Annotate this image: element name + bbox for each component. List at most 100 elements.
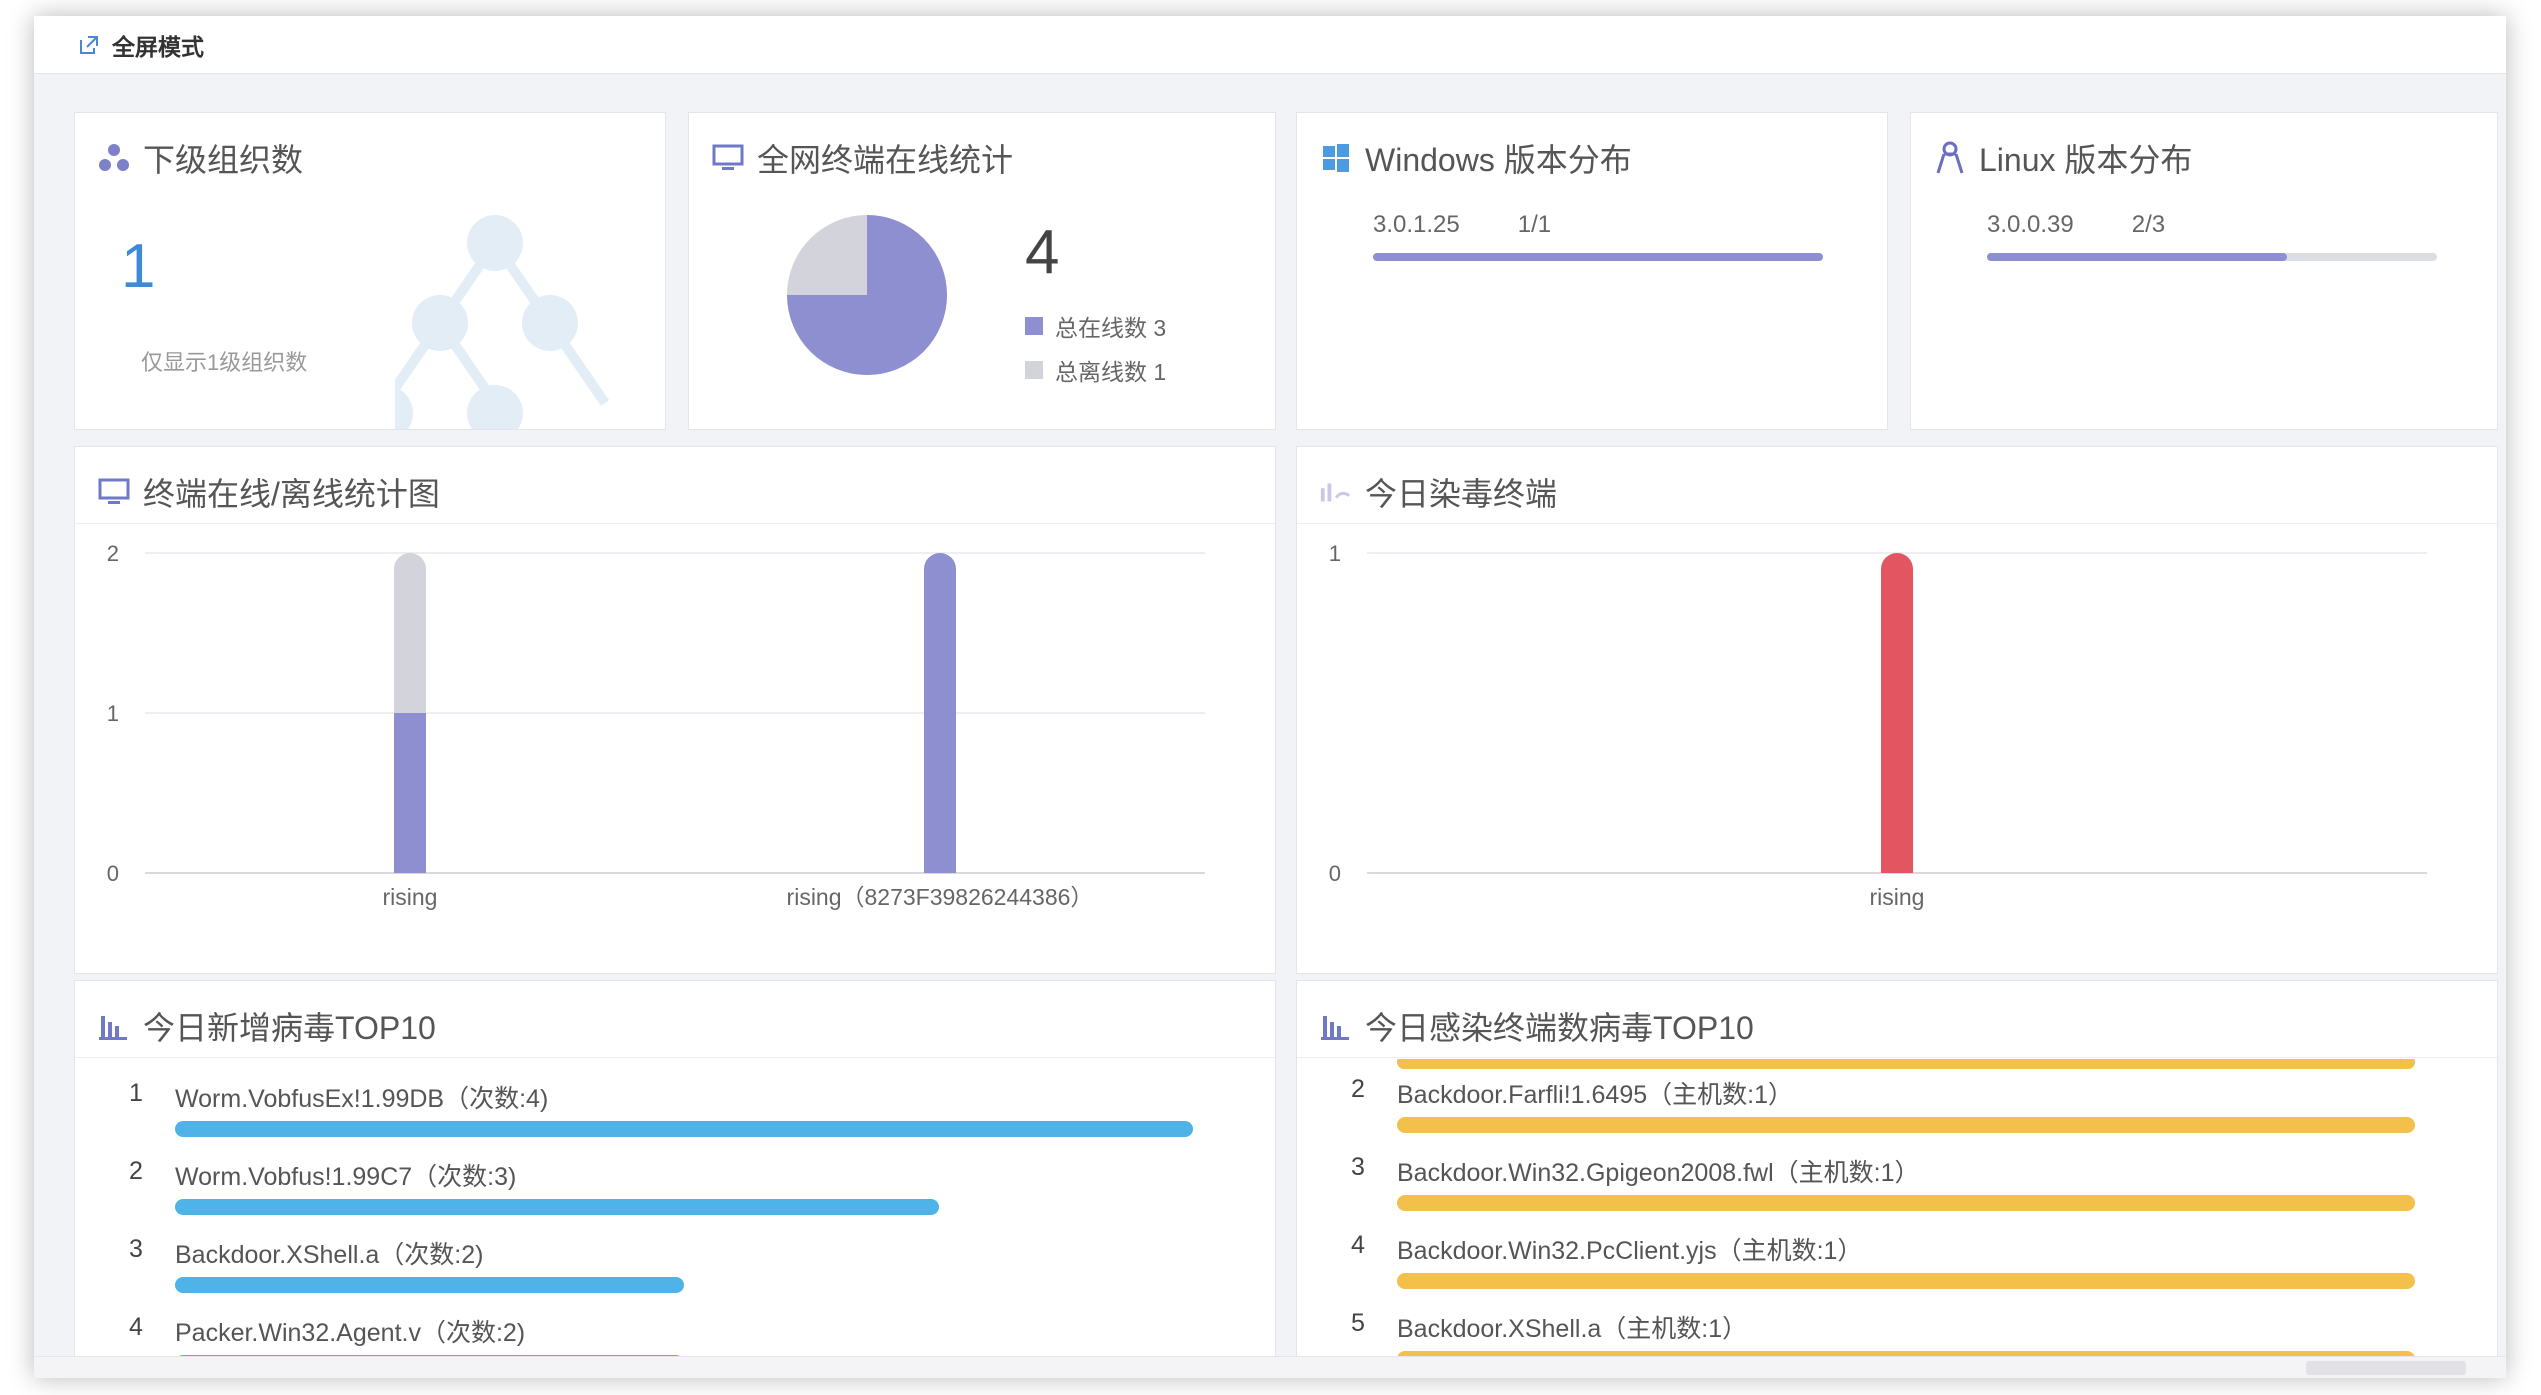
online-stats-header: 全网终端在线统计 — [711, 135, 1013, 181]
x-tick-label: rising — [1870, 884, 1925, 910]
virus-name: Packer.Win32.Agent.v（次数:2) — [175, 1319, 526, 1347]
windows-title: Windows 版本分布 — [1365, 142, 1632, 178]
bar-segment — [394, 713, 426, 873]
bar-segment-body — [1881, 569, 1913, 873]
suborg-note: 仅显示1级组织数 — [141, 350, 308, 375]
linux-version: 3.0.0.39 — [1987, 211, 2074, 238]
windows-icon — [1319, 141, 1353, 175]
y-tick-label: 1 — [107, 701, 119, 726]
legend-offline-swatch — [1025, 361, 1043, 379]
scrollbar-thumb[interactable] — [2306, 1361, 2466, 1375]
online-stats-card: 全网终端在线统计 4 总在线数 3 总离线数 1 — [688, 112, 1276, 430]
fullscreen-icon[interactable] — [78, 34, 100, 56]
count-bar — [175, 1121, 1193, 1137]
dashboard-frame: 全屏模式 下级组织数 1 仅显示1级组织数 全网终端在线统计 4 总在线数 3 … — [34, 16, 2506, 1378]
windows-progress — [1373, 253, 1823, 261]
virus-name: Backdoor.Win32.PcClient.yjs（主机数:1） — [1397, 1237, 1863, 1265]
windows-ratio: 1/1 — [1517, 211, 1552, 238]
list-item: 1 Worm.VobfusEx!1.99DB（次数:4) — [129, 1079, 1229, 1149]
list-item: 2 Worm.Vobfus!1.99C7（次数:3) — [129, 1157, 1229, 1227]
bar-segment-body — [924, 569, 956, 873]
y-tick-label: 1 — [1329, 541, 1341, 566]
infected-top10-title: 今日感染终端数病毒TOP10 — [1365, 1010, 1754, 1046]
online-pie-chart — [787, 215, 947, 375]
virus-name: Backdoor.XShell.a（次数:2) — [175, 1241, 484, 1269]
linux-ratio: 2/3 — [2131, 211, 2166, 238]
linux-header: Linux 版本分布 — [1933, 135, 2192, 181]
topbar: 全屏模式 — [34, 16, 2506, 74]
y-tick-label: 2 — [107, 541, 119, 566]
infected-terminal-chart-card: 今日染毒终端 0 1 rising — [1296, 446, 2498, 974]
x-tick-label: rising — [383, 884, 438, 910]
terminal-status-bar-chart: 0 1 2 rising rising（8273F39826244386） — [107, 541, 1205, 910]
x-tick-label: rising（8273F39826244386） — [787, 884, 1094, 910]
virus-chart-icon — [1319, 475, 1353, 509]
new-virus-title: 今日新增病毒TOP10 — [143, 1010, 436, 1046]
linux-progress-fill — [1987, 253, 2288, 261]
org-icon — [97, 141, 131, 175]
fullscreen-label[interactable]: 全屏模式 — [112, 28, 204, 62]
new-virus-list: 1 Worm.VobfusEx!1.99DB（次数:4) 2 Worm.Vobfus!… — [75, 1059, 1275, 1377]
terminal-chart-header: 终端在线/离线统计图 — [97, 469, 440, 515]
online-total: 4 — [1025, 218, 1060, 287]
infected-chart-title: 今日染毒终端 — [1365, 476, 1558, 512]
legend-online-swatch — [1025, 317, 1043, 335]
suborg-title: 下级组织数 — [143, 142, 304, 178]
legend-offline: 总离线数 1 — [1025, 353, 1166, 387]
windows-header: Windows 版本分布 — [1319, 135, 1632, 181]
count-bar — [175, 1199, 939, 1215]
legend-offline-label: 总离线数 1 — [1055, 359, 1167, 385]
suborg-count: 1 — [121, 232, 156, 301]
monitor-icon — [711, 141, 745, 175]
infected-chart-header: 今日染毒终端 — [1319, 469, 1557, 515]
rank-number: 2 — [129, 1157, 143, 1185]
bar-segment-body — [394, 569, 426, 713]
legend-online-label: 总在线数 3 — [1055, 315, 1167, 341]
virus-name: Backdoor.Win32.Gpigeon2008.fwl（主机数:1） — [1397, 1159, 1920, 1187]
terminal-chart-title: 终端在线/离线统计图 — [143, 476, 440, 512]
terminal-status-chart-card: 终端在线/离线统计图 0 1 2 rising rising（8273F39826244… — [74, 446, 1276, 974]
divider — [75, 1057, 1275, 1058]
legend-online: 总在线数 3 — [1025, 309, 1166, 343]
windows-progress-fill — [1373, 253, 1823, 261]
online-stats-title: 全网终端在线统计 — [757, 142, 1014, 178]
list-item: 3 Backdoor.Win32.Gpigeon2008.fwl（主机数:1） — [1351, 1153, 2451, 1223]
monitor-icon — [97, 475, 131, 509]
network-decoration-icon — [395, 215, 610, 429]
linux-icon — [1933, 141, 1967, 175]
windows-version-card: Windows 版本分布 3.0.1.25 1/1 — [1296, 112, 1888, 430]
infected-top10-header: 今日感染终端数病毒TOP10 — [1319, 1003, 1754, 1049]
infected-terminal-bar-chart: 0 1 rising — [1329, 541, 2427, 910]
rank-number: 1 — [129, 1079, 143, 1107]
divider — [75, 523, 1275, 524]
virus-name: Worm.Vobfus!1.99C7（次数:3) — [175, 1163, 517, 1191]
bar-chart-icon — [1319, 1009, 1353, 1043]
new-virus-top10-card: 今日新增病毒TOP10 1 Worm.VobfusEx!1.99DB（次数:4) 2… — [74, 980, 1276, 1378]
infected-terminal-top10-card: 今日感染终端数病毒TOP10 2 Backdoor.Farfli!1.6495（主… — [1296, 980, 2498, 1378]
linux-version-card: Linux 版本分布 3.0.0.39 2/3 — [1910, 112, 2498, 430]
count-bar — [1397, 1273, 2415, 1289]
windows-version: 3.0.1.25 — [1373, 211, 1460, 238]
virus-name: Backdoor.Farfli!1.6495（主机数:1） — [1397, 1081, 1793, 1109]
linux-progress — [1987, 253, 2437, 261]
linux-title: Linux 版本分布 — [1979, 142, 2193, 178]
list-item: 2 Backdoor.Farfli!1.6495（主机数:1） — [1351, 1075, 2451, 1145]
count-bar — [1397, 1059, 2415, 1069]
new-virus-header: 今日新增病毒TOP10 — [97, 1003, 436, 1049]
divider — [1297, 523, 2497, 524]
rank-number: 3 — [129, 1235, 143, 1263]
infected-terminal-list: 2 Backdoor.Farfli!1.6495（主机数:1） 3 Backdoor.… — [1297, 1059, 2497, 1377]
rank-number: 2 — [1351, 1075, 1365, 1103]
horizontal-scrollbar[interactable] — [34, 1356, 2506, 1378]
virus-name: Backdoor.XShell.a（主机数:1） — [1397, 1315, 1748, 1343]
suborg-header: 下级组织数 — [97, 135, 303, 181]
suborg-card: 下级组织数 1 仅显示1级组织数 — [74, 112, 666, 430]
divider — [1297, 1057, 2497, 1058]
virus-name: Worm.VobfusEx!1.99DB（次数:4) — [175, 1085, 549, 1113]
y-tick-label: 0 — [1329, 861, 1341, 886]
y-tick-label: 0 — [107, 861, 119, 886]
windows-version-row: 3.0.1.25 1/1 — [1373, 211, 1551, 239]
rank-number: 5 — [1351, 1309, 1365, 1337]
rank-number: 4 — [1351, 1231, 1365, 1259]
list-item: 4 Backdoor.Win32.PcClient.yjs（主机数:1） — [1351, 1231, 2451, 1301]
